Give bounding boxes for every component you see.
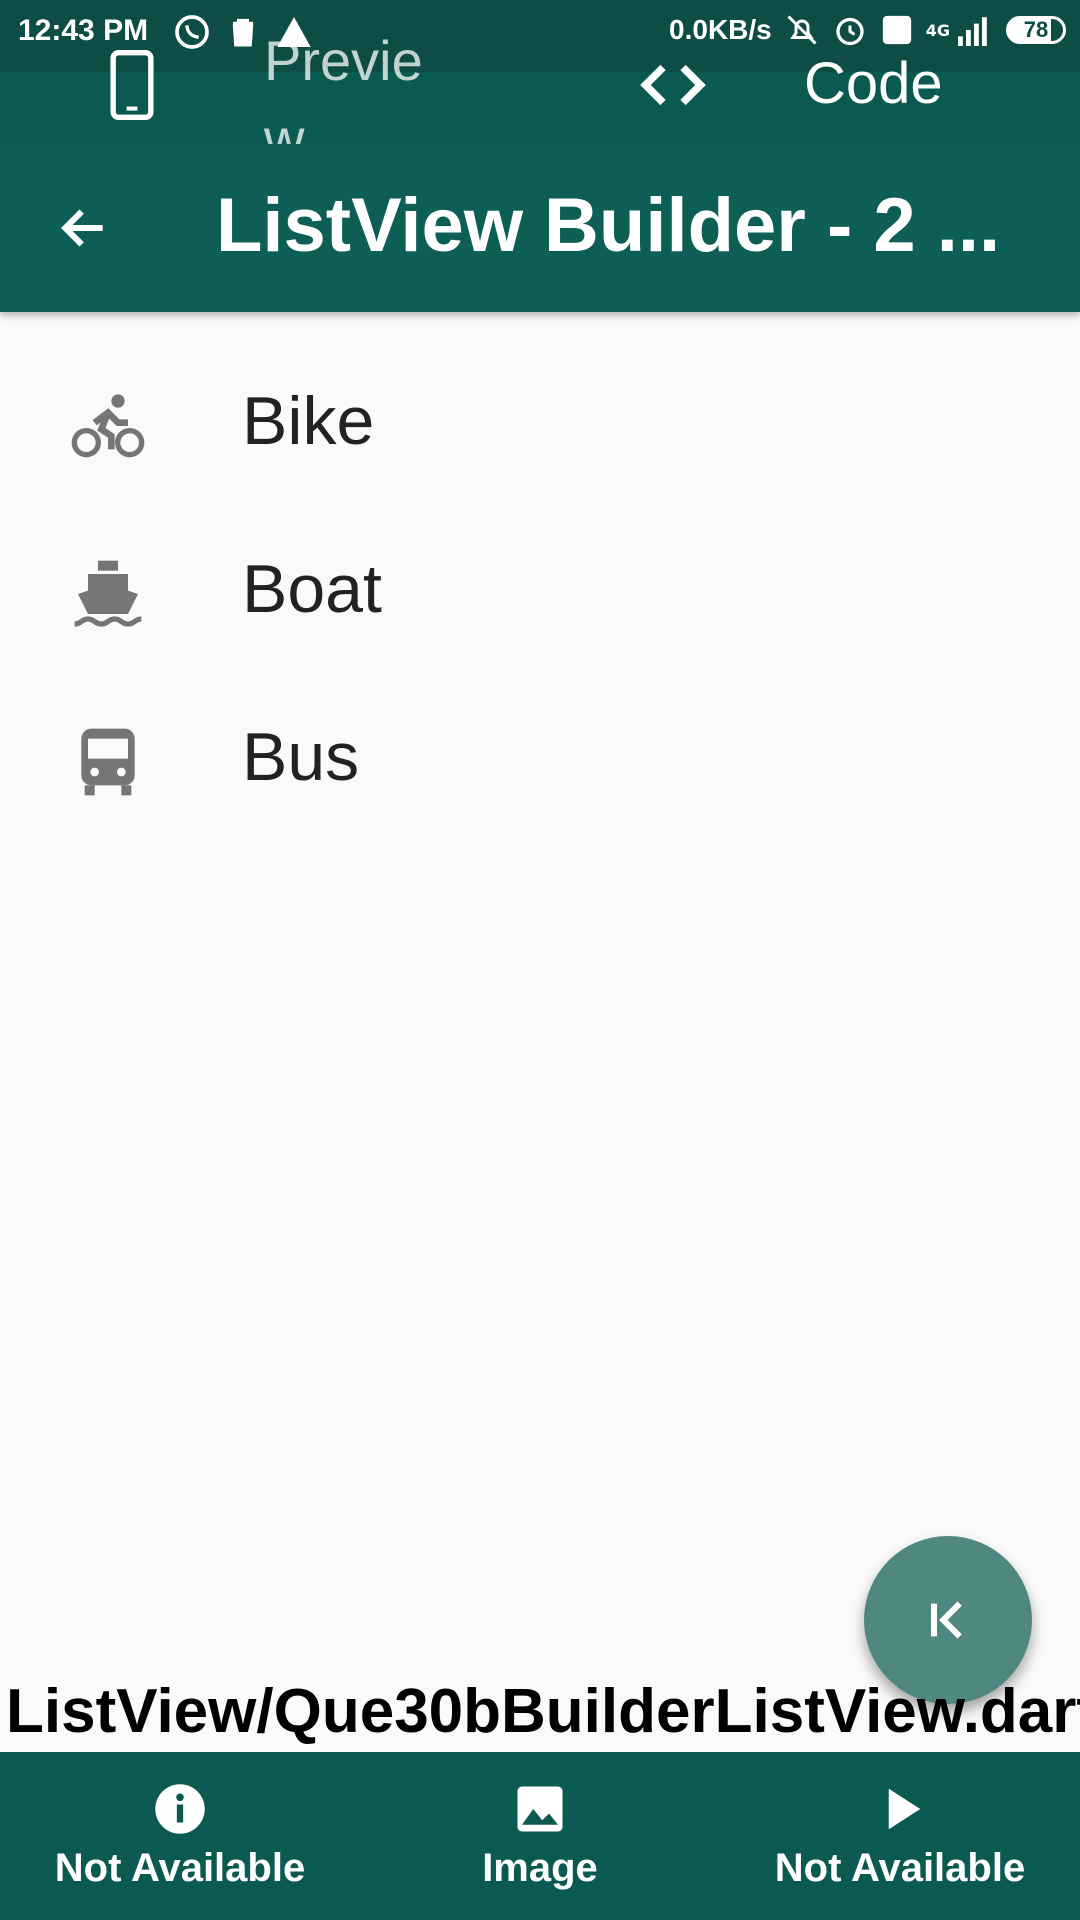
- nav-label: Image: [482, 1846, 598, 1890]
- bus-icon: [81, 728, 135, 796]
- nav-label: Not Available: [774, 1846, 1026, 1890]
- page-title: ListView Builder - 2 ...: [216, 183, 1001, 268]
- battery-icon: 78: [1006, 16, 1066, 44]
- list-item-bus[interactable]: Bus: [0, 670, 1080, 838]
- volte-icon: [882, 15, 911, 45]
- file-path: ListView/Que30bBuilderListView.dart: [6, 1677, 1080, 1746]
- nav-label: Not Available: [54, 1846, 306, 1890]
- list-item-boat[interactable]: Boat: [0, 502, 1080, 670]
- back-arrow-icon[interactable]: [56, 200, 112, 256]
- top-tab-bar: Preview Code: [0, 29, 1080, 170]
- app-bar: ListView Builder - 2 ...: [0, 144, 1080, 312]
- trash-icon: [232, 18, 254, 47]
- status-right: 0.0KB/s 4G 78: [669, 12, 1066, 48]
- info-icon: [155, 1784, 205, 1834]
- status-time: 12:43 PM: [18, 14, 149, 47]
- code-icon[interactable]: [640, 60, 706, 110]
- first-page-icon: [930, 1601, 962, 1639]
- network-type: 4G: [925, 20, 950, 40]
- battery-level: 78: [1023, 17, 1049, 42]
- whatsapp-icon: [175, 15, 209, 49]
- tab-code[interactable]: Code: [804, 50, 943, 117]
- nav-item-play[interactable]: Not Available: [760, 1782, 1040, 1891]
- network-speed: 0.0KB/s: [669, 14, 772, 45]
- image-icon: [517, 1786, 563, 1832]
- bike-icon: [71, 394, 145, 458]
- phone-icon[interactable]: [110, 50, 154, 120]
- bottom-nav: Not Available Image Not Available: [0, 1752, 1080, 1920]
- mute-vibrate-icon: [787, 15, 817, 45]
- nav-item-image[interactable]: Image: [400, 1782, 680, 1891]
- nav-item-info[interactable]: Not Available: [40, 1782, 320, 1891]
- play-icon: [888, 1788, 921, 1830]
- list-item-bike[interactable]: Bike: [0, 334, 1080, 502]
- signal-icon: [958, 17, 987, 46]
- alarm-icon: [836, 17, 864, 46]
- list-item-label: Bike: [242, 383, 375, 459]
- list-item-label: Boat: [242, 551, 382, 627]
- vehicle-list: Bike Boat Bus: [0, 334, 1080, 838]
- list-item-label: Bus: [242, 719, 360, 795]
- boat-icon: [74, 560, 142, 627]
